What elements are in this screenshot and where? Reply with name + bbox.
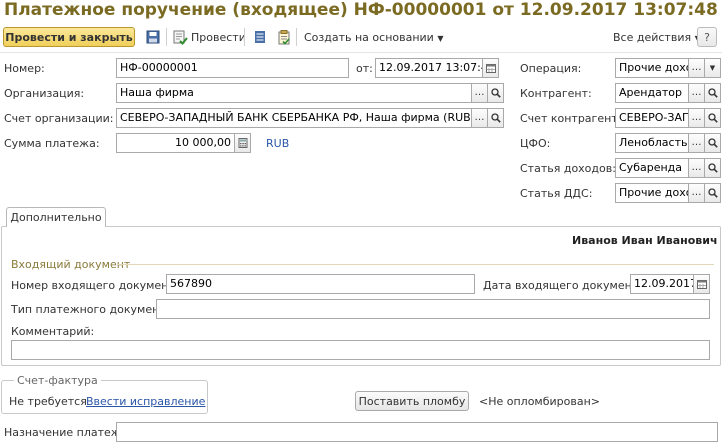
org-account-select-button[interactable]: … xyxy=(472,108,488,128)
incoming-document-group-title: Входящий документ xyxy=(11,258,131,271)
incoming-number-label: Номер входящего документа: xyxy=(11,279,186,292)
payment-doc-type-label: Тип платежного документа: xyxy=(11,303,177,316)
chevron-down-icon: ▼ xyxy=(437,34,444,43)
cfo-input[interactable]: Ленобласть xyxy=(615,133,689,153)
post-icon[interactable] xyxy=(172,29,188,45)
counterparty-input[interactable]: Арендатор xyxy=(615,83,689,103)
search-icon[interactable] xyxy=(705,83,721,103)
organization-label: Организация: xyxy=(4,87,85,100)
org-account-label: Счет организации: xyxy=(4,112,114,125)
all-actions-menu[interactable]: Все действия ▼ xyxy=(613,31,701,44)
search-icon[interactable] xyxy=(488,108,504,128)
save-icon[interactable] xyxy=(145,29,161,45)
responsible-name: Иванов Иван Иванович xyxy=(572,234,718,247)
counterparty-account-input[interactable]: СЕВЕРО-ЗАП xyxy=(615,108,689,128)
amount-label: Сумма платежа: xyxy=(4,137,100,150)
toolbar-separator xyxy=(296,28,297,46)
organization-select-button[interactable]: … xyxy=(472,83,488,103)
income-item-input[interactable]: Субаренда xyxy=(615,158,689,178)
search-icon[interactable] xyxy=(705,183,721,203)
enter-correction-link[interactable]: Ввести исправление xyxy=(86,395,205,408)
calendar-icon[interactable] xyxy=(694,274,710,294)
payment-purpose-label: Назначение платежа: xyxy=(4,426,132,439)
toolbar-separator xyxy=(166,28,167,46)
search-icon[interactable] xyxy=(488,83,504,103)
invoice-status: Не требуется xyxy=(9,395,87,408)
income-item-select-button[interactable]: … xyxy=(689,158,705,178)
cfo-label: ЦФО: xyxy=(520,137,551,150)
operation-input[interactable]: Прочие доходы xyxy=(615,58,689,78)
incoming-date-input[interactable]: 12.09.2017 xyxy=(630,274,694,294)
operation-label: Операция: xyxy=(520,62,582,75)
dds-item-select-button[interactable]: … xyxy=(689,183,705,203)
counterparty-select-button[interactable]: … xyxy=(689,83,705,103)
group-divider xyxy=(118,264,714,265)
search-icon[interactable] xyxy=(705,108,721,128)
counterparty-account-label: Счет контрагента: xyxy=(520,112,629,125)
invoice-group-title: Счет-фактура xyxy=(14,374,101,387)
toolbar-separator xyxy=(244,28,245,46)
date-label: от: xyxy=(356,62,373,75)
organization-input[interactable]: Наша фирма xyxy=(116,83,472,103)
post-and-close-button[interactable]: Провести и закрыть xyxy=(3,27,135,47)
calendar-icon[interactable] xyxy=(483,58,499,78)
window-title: Платежное поручение (входящее) НФ-000000… xyxy=(4,0,718,20)
org-account-input[interactable]: СЕВЕРО-ЗАПАДНЫЙ БАНК СБЕРБАНКА РФ, Наша … xyxy=(116,108,472,128)
currency-label: RUB xyxy=(266,137,290,150)
post-button[interactable]: Провести xyxy=(191,31,246,44)
number-label: Номер: xyxy=(4,62,45,75)
date-input[interactable]: 12.09.2017 13:07:48 xyxy=(375,58,483,78)
document-icon[interactable] xyxy=(276,29,292,45)
payment-purpose-input[interactable] xyxy=(116,422,718,442)
set-seal-button[interactable]: Поставить пломбу xyxy=(355,391,469,411)
payment-doc-type-input[interactable] xyxy=(156,299,710,319)
counterparty-account-select-button[interactable]: … xyxy=(689,108,705,128)
tab-additional[interactable]: Дополнительно xyxy=(6,207,106,227)
incoming-date-label: Дата входящего документа: xyxy=(483,279,649,292)
counterparty-label: Контрагент: xyxy=(520,87,592,100)
list-icon[interactable] xyxy=(252,29,268,45)
help-button[interactable]: ? xyxy=(697,27,717,47)
seal-status: <Не опломбирован> xyxy=(479,395,601,408)
comment-input[interactable] xyxy=(11,340,710,360)
cfo-select-button[interactable]: … xyxy=(689,133,705,153)
incoming-number-input[interactable]: 567890 xyxy=(166,274,475,294)
comment-label: Комментарий: xyxy=(11,325,95,338)
search-icon[interactable] xyxy=(705,133,721,153)
calculator-icon[interactable] xyxy=(235,133,251,153)
toolbar-divider xyxy=(0,52,722,53)
create-based-on-menu[interactable]: Создать на основании ▼ xyxy=(304,31,444,44)
number-input[interactable]: НФ-00000001 xyxy=(116,58,349,78)
amount-input[interactable]: 10 000,00 xyxy=(116,133,235,153)
dds-item-input[interactable]: Прочие доход xyxy=(615,183,689,203)
dds-item-label: Статья ДДС: xyxy=(520,187,593,200)
search-icon[interactable] xyxy=(705,158,721,178)
operation-select-button[interactable]: … xyxy=(689,58,705,78)
income-item-label: Статья доходов: xyxy=(520,162,616,175)
dropdown-icon[interactable]: ▼ xyxy=(705,58,721,78)
